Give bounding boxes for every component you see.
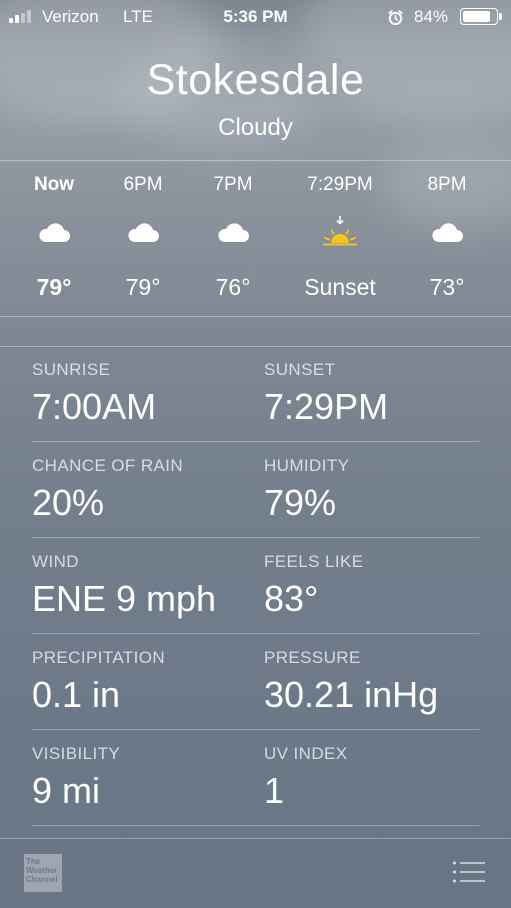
visibility-value: 9 mi bbox=[32, 770, 101, 811]
hourly-value: Sunset bbox=[304, 274, 376, 300]
status-bar: Verizon LTE 5:36 PM 84% bbox=[0, 0, 511, 34]
details-row: PRECIPITATION 0.1 in PRESSURE 30.21 inHg bbox=[32, 634, 479, 730]
rain-label: CHANCE OF RAIN bbox=[32, 456, 184, 475]
sunrise-value: 7:00AM bbox=[32, 386, 157, 427]
humidity-value: 79% bbox=[264, 482, 337, 523]
battery-icon bbox=[460, 8, 502, 25]
hourly-value: 79° bbox=[36, 274, 72, 300]
cloud-icon bbox=[218, 223, 249, 242]
humidity-label: HUMIDITY bbox=[264, 456, 350, 475]
logo-text: Channel bbox=[26, 875, 58, 884]
sunset-icon bbox=[323, 216, 357, 246]
uv-index-label: UV INDEX bbox=[264, 744, 348, 763]
cloud-icon bbox=[432, 223, 463, 242]
sunset-label: SUNSET bbox=[264, 360, 336, 379]
sunrise-label: SUNRISE bbox=[32, 360, 111, 379]
weather-channel-logo[interactable]: The Weather Channel bbox=[24, 854, 62, 892]
logo-text: Weather bbox=[26, 866, 58, 875]
hourly-time: Now bbox=[33, 174, 75, 195]
wind-value: ENE 9 mph bbox=[32, 578, 217, 619]
hourly-time: 7:29PM bbox=[307, 174, 373, 195]
list-icon[interactable] bbox=[452, 860, 486, 884]
pressure-label: PRESSURE bbox=[264, 648, 361, 667]
current-condition: Cloudy bbox=[218, 114, 293, 141]
hourly-time: 7PM bbox=[213, 174, 253, 195]
cloud-icon bbox=[39, 223, 70, 242]
divider bbox=[0, 316, 511, 317]
hourly-value: 76° bbox=[215, 274, 251, 300]
footer-divider bbox=[0, 838, 511, 839]
feels-like-value: 83° bbox=[264, 578, 319, 619]
details-row: VISIBILITY 9 mi UV INDEX 1 bbox=[32, 730, 479, 826]
logo-text: The bbox=[26, 857, 41, 866]
hourly-time: 8PM bbox=[427, 174, 467, 195]
precipitation-label: PRECIPITATION bbox=[32, 648, 166, 667]
hourly-value: 73° bbox=[429, 274, 465, 300]
weather-details[interactable]: SUNRISE 7:00AM SUNSET 7:29PM CHANCE OF R… bbox=[32, 346, 479, 826]
battery-percent: 84% bbox=[414, 7, 449, 26]
rain-value: 20% bbox=[32, 482, 105, 523]
battery-fill bbox=[463, 11, 490, 22]
alarm-icon bbox=[388, 10, 403, 26]
row-divider bbox=[32, 825, 479, 826]
sunset-value: 7:29PM bbox=[264, 386, 389, 427]
details-row: CHANCE OF RAIN 20% HUMIDITY 79% bbox=[32, 442, 479, 538]
city-name: Stokesdale bbox=[146, 56, 365, 104]
details-row: WIND ENE 9 mph FEELS LIKE 83° bbox=[32, 538, 479, 634]
visibility-label: VISIBILITY bbox=[32, 744, 121, 763]
cloud-icon bbox=[128, 223, 159, 242]
details-row: SUNRISE 7:00AM SUNSET 7:29PM bbox=[32, 346, 479, 442]
divider bbox=[0, 160, 511, 161]
pressure-value: 30.21 inHg bbox=[264, 674, 439, 715]
hourly-value: 79° bbox=[125, 274, 161, 300]
hourly-time: 6PM bbox=[123, 174, 163, 195]
feels-like-label: FEELS LIKE bbox=[264, 552, 364, 571]
uv-index-value: 1 bbox=[264, 770, 285, 811]
wind-label: WIND bbox=[32, 552, 79, 571]
precipitation-value: 0.1 in bbox=[32, 674, 121, 715]
hourly-forecast[interactable]: Now 79° 6PM 79° 7PM 76° 7:29PM Sunset 8P… bbox=[0, 162, 511, 316]
